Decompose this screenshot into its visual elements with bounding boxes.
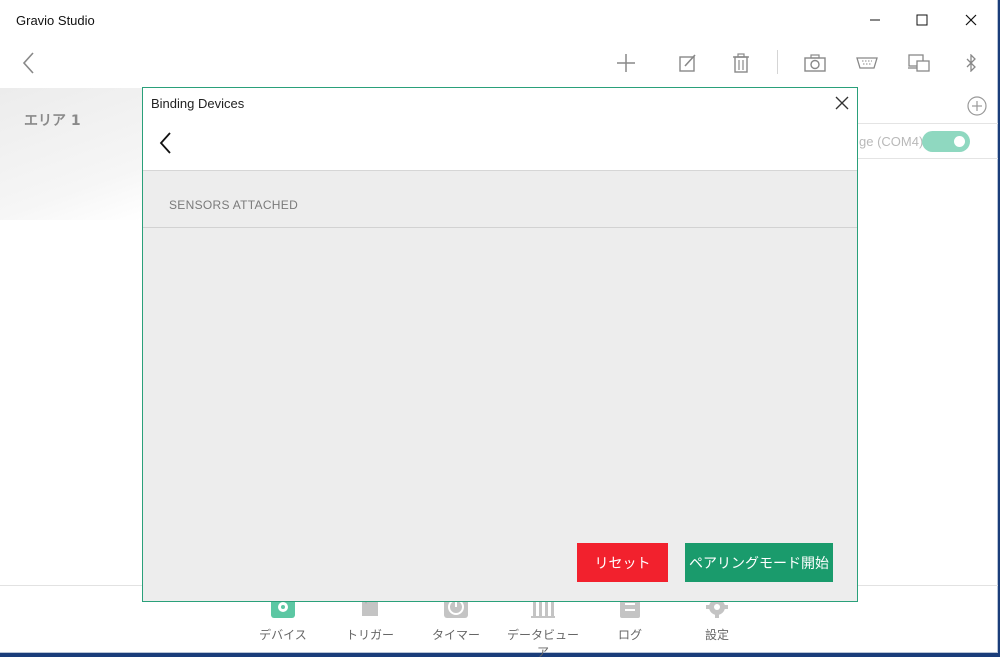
toolbar (0, 40, 998, 86)
dialog-title: Binding Devices (151, 96, 245, 111)
nav-item-timer[interactable]: タイマー (416, 596, 496, 646)
nav-item-log[interactable]: ログ (590, 596, 670, 646)
nav-item-settings[interactable]: 設定 (677, 596, 757, 646)
nav-label: トリガー (345, 628, 394, 642)
nav-label: データビューア (506, 628, 579, 657)
nav-item-data-viewer[interactable]: データビューア (503, 596, 583, 657)
reset-button[interactable]: リセット (577, 543, 668, 582)
area-label: エリア 1 (24, 113, 81, 129)
back-button[interactable] (14, 48, 44, 78)
device-screen-icon (908, 54, 930, 72)
port-label: ge (COM4) (859, 134, 924, 149)
app-window: Gravio Studio エリア 1 ge (COM4) デバイス トリガー … (0, 0, 998, 657)
nav-item-trigger[interactable]: トリガー (330, 596, 410, 646)
close-window-button[interactable] (948, 0, 994, 40)
edit-button[interactable] (673, 48, 703, 78)
port-toggle[interactable] (922, 131, 970, 152)
bluetooth-icon (966, 54, 976, 72)
delete-icon (733, 53, 749, 73)
add-button[interactable] (611, 48, 641, 78)
maximize-icon (916, 14, 928, 26)
device-screen-button[interactable] (904, 48, 934, 78)
minimize-icon (870, 19, 880, 21)
pairing-mode-button[interactable]: ペアリングモード開始 (685, 543, 833, 582)
area-sidebar[interactable]: エリア 1 (0, 88, 143, 220)
section-header-label: SENSORS ATTACHED (169, 198, 299, 212)
toggle-knob (954, 136, 965, 147)
nav-label: ログ (617, 628, 642, 642)
add-icon (617, 54, 635, 72)
nav-label: タイマー (431, 628, 480, 642)
camera-button[interactable] (800, 48, 830, 78)
binding-devices-dialog: Binding Devices SENSORS ATTACHED リセット ペア… (142, 87, 858, 602)
edit-icon (679, 54, 696, 72)
minimize-button[interactable] (852, 0, 898, 40)
nav-item-devices[interactable]: デバイス (243, 596, 323, 646)
add-circle-icon (967, 96, 987, 116)
maximize-button[interactable] (899, 0, 945, 40)
nav-label: デバイス (259, 628, 307, 642)
sensors-panel: SENSORS ATTACHED リセット ペアリングモード開始 (143, 170, 857, 601)
close-icon (965, 14, 977, 26)
delete-button[interactable] (726, 48, 756, 78)
section-header: SENSORS ATTACHED (143, 171, 857, 228)
title-bar: Gravio Studio (0, 0, 998, 40)
divider (857, 158, 998, 159)
back-arrow-icon (22, 52, 34, 74)
serial-button[interactable] (852, 48, 882, 78)
dialog-close-button[interactable] (833, 94, 851, 112)
divider (857, 123, 998, 124)
dialog-back-button[interactable] (157, 130, 177, 156)
window-title: Gravio Studio (16, 13, 95, 28)
camera-icon (804, 54, 826, 72)
serial-icon (856, 57, 878, 69)
add-device-button[interactable] (967, 96, 987, 116)
bluetooth-button[interactable] (956, 48, 986, 78)
toolbar-divider (777, 50, 778, 74)
back-arrow-icon (159, 132, 171, 154)
close-icon (835, 96, 849, 110)
nav-label: 設定 (704, 628, 729, 642)
